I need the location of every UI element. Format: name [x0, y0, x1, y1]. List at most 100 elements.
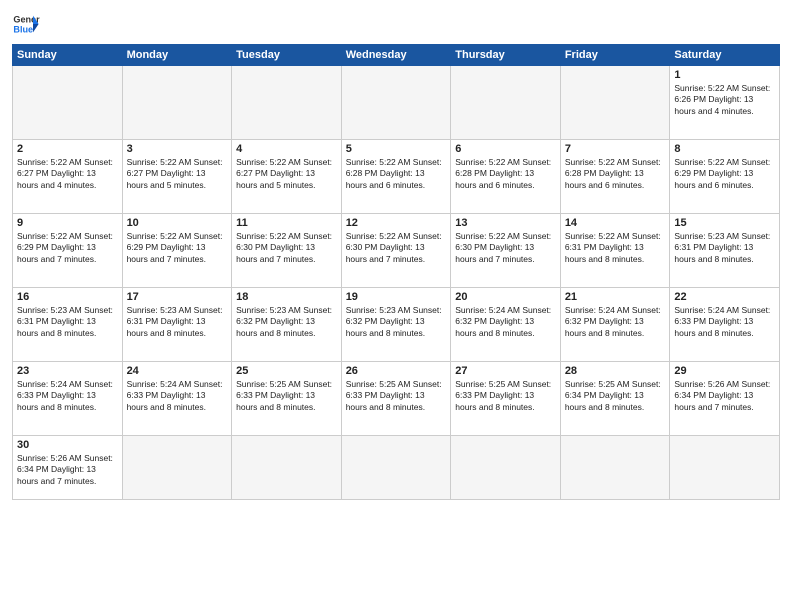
day-info: Sunrise: 5:25 AM Sunset: 6:33 PM Dayligh…	[455, 379, 556, 413]
header: General Blue	[12, 10, 780, 38]
day-info: Sunrise: 5:23 AM Sunset: 6:32 PM Dayligh…	[346, 305, 447, 339]
day-info: Sunrise: 5:25 AM Sunset: 6:33 PM Dayligh…	[346, 379, 447, 413]
calendar-day-cell	[122, 436, 232, 500]
day-info: Sunrise: 5:22 AM Sunset: 6:30 PM Dayligh…	[455, 231, 556, 265]
calendar-day-cell: 16 Sunrise: 5:23 AM Sunset: 6:31 PM Dayli…	[13, 288, 123, 362]
day-number: 3	[127, 143, 228, 155]
day-number: 27	[455, 365, 556, 377]
calendar-day-cell	[341, 66, 451, 140]
calendar-day-cell	[341, 436, 451, 500]
calendar-day-cell	[670, 436, 780, 500]
calendar-day-cell: 25 Sunrise: 5:25 AM Sunset: 6:33 PM Dayli…	[232, 362, 342, 436]
calendar-day-cell: 30Sunrise: 5:26 AM Sunset: 6:34 PM Dayli…	[13, 436, 123, 500]
calendar-day-header: Saturday	[670, 45, 780, 66]
calendar-day-cell: 15Sunrise: 5:23 AM Sunset: 6:31 PM Dayli…	[670, 214, 780, 288]
calendar-day-cell: 20Sunrise: 5:24 AM Sunset: 6:32 PM Dayli…	[451, 288, 561, 362]
day-number: 15	[674, 217, 775, 229]
calendar-day-cell: 1 Sunrise: 5:22 AM Sunset: 6:26 PM Daylig…	[670, 66, 780, 140]
calendar-day-header: Monday	[122, 45, 232, 66]
day-info: Sunrise: 5:22 AM Sunset: 6:30 PM Dayligh…	[236, 231, 337, 265]
day-info: Sunrise: 5:24 AM Sunset: 6:32 PM Dayligh…	[455, 305, 556, 339]
calendar-day-cell: 24Sunrise: 5:24 AM Sunset: 6:33 PM Dayli…	[122, 362, 232, 436]
calendar-week-row: 16 Sunrise: 5:23 AM Sunset: 6:31 PM Dayli…	[13, 288, 780, 362]
calendar-day-cell: 17Sunrise: 5:23 AM Sunset: 6:31 PM Dayli…	[122, 288, 232, 362]
calendar-day-cell: 28 Sunrise: 5:25 AM Sunset: 6:34 PM Dayli…	[560, 362, 670, 436]
calendar-day-header: Tuesday	[232, 45, 342, 66]
day-info: Sunrise: 5:26 AM Sunset: 6:34 PM Dayligh…	[17, 453, 118, 487]
calendar-day-header: Wednesday	[341, 45, 451, 66]
logo-icon: General Blue	[12, 10, 40, 38]
day-number: 28	[565, 365, 666, 377]
calendar-day-header: Friday	[560, 45, 670, 66]
calendar-day-cell	[122, 66, 232, 140]
calendar-day-cell	[232, 436, 342, 500]
day-number: 18	[236, 291, 337, 303]
calendar-day-cell	[451, 66, 561, 140]
calendar-day-cell: 23Sunrise: 5:24 AM Sunset: 6:33 PM Dayli…	[13, 362, 123, 436]
day-number: 4	[236, 143, 337, 155]
day-number: 21	[565, 291, 666, 303]
calendar-day-cell: 2Sunrise: 5:22 AM Sunset: 6:27 PM Daylig…	[13, 140, 123, 214]
calendar-day-cell: 13 Sunrise: 5:22 AM Sunset: 6:30 PM Dayli…	[451, 214, 561, 288]
day-info: Sunrise: 5:24 AM Sunset: 6:32 PM Dayligh…	[565, 305, 666, 339]
logo: General Blue	[12, 10, 40, 38]
day-info: Sunrise: 5:24 AM Sunset: 6:33 PM Dayligh…	[674, 305, 775, 339]
calendar-day-cell	[451, 436, 561, 500]
day-number: 25	[236, 365, 337, 377]
day-number: 6	[455, 143, 556, 155]
page: General Blue SundayMondayTuesdayWednesda…	[0, 0, 792, 612]
day-number: 22	[674, 291, 775, 303]
day-info: Sunrise: 5:22 AM Sunset: 6:31 PM Dayligh…	[565, 231, 666, 265]
day-number: 11	[236, 217, 337, 229]
calendar-day-cell: 27 Sunrise: 5:25 AM Sunset: 6:33 PM Dayli…	[451, 362, 561, 436]
day-info: Sunrise: 5:24 AM Sunset: 6:33 PM Dayligh…	[17, 379, 118, 413]
day-info: Sunrise: 5:25 AM Sunset: 6:33 PM Dayligh…	[236, 379, 337, 413]
day-number: 16	[17, 291, 118, 303]
day-number: 10	[127, 217, 228, 229]
day-info: Sunrise: 5:22 AM Sunset: 6:29 PM Dayligh…	[674, 157, 775, 191]
calendar-day-cell: 6Sunrise: 5:22 AM Sunset: 6:28 PM Daylig…	[451, 140, 561, 214]
calendar-day-cell	[560, 436, 670, 500]
calendar-day-cell: 5Sunrise: 5:22 AM Sunset: 6:28 PM Daylig…	[341, 140, 451, 214]
calendar-header-row: SundayMondayTuesdayWednesdayThursdayFrid…	[13, 45, 780, 66]
calendar-week-row: 1 Sunrise: 5:22 AM Sunset: 6:26 PM Daylig…	[13, 66, 780, 140]
calendar-week-row: 2 Sunrise: 5:22 AM Sunset: 6:27 PM Daylig…	[13, 140, 780, 214]
day-number: 24	[127, 365, 228, 377]
day-info: Sunrise: 5:22 AM Sunset: 6:30 PM Dayligh…	[346, 231, 447, 265]
day-number: 5	[346, 143, 447, 155]
day-number: 13	[455, 217, 556, 229]
calendar-day-header: Thursday	[451, 45, 561, 66]
day-info: Sunrise: 5:22 AM Sunset: 6:29 PM Dayligh…	[17, 231, 118, 265]
day-number: 9	[17, 217, 118, 229]
day-info: Sunrise: 5:22 AM Sunset: 6:26 PM Dayligh…	[674, 83, 775, 117]
day-info: Sunrise: 5:22 AM Sunset: 6:29 PM Dayligh…	[127, 231, 228, 265]
calendar-day-cell: 22 Sunrise: 5:24 AM Sunset: 6:33 PM Dayli…	[670, 288, 780, 362]
calendar-day-cell: 21 Sunrise: 5:24 AM Sunset: 6:32 PM Dayli…	[560, 288, 670, 362]
svg-text:Blue: Blue	[13, 24, 33, 34]
day-info: Sunrise: 5:22 AM Sunset: 6:27 PM Dayligh…	[127, 157, 228, 191]
calendar-week-row: 9 Sunrise: 5:22 AM Sunset: 6:29 PM Daylig…	[13, 214, 780, 288]
calendar-day-cell	[13, 66, 123, 140]
day-number: 14	[565, 217, 666, 229]
calendar-day-cell: 29Sunrise: 5:26 AM Sunset: 6:34 PM Dayli…	[670, 362, 780, 436]
calendar-day-cell: 12 Sunrise: 5:22 AM Sunset: 6:30 PM Dayli…	[341, 214, 451, 288]
day-info: Sunrise: 5:22 AM Sunset: 6:27 PM Dayligh…	[236, 157, 337, 191]
calendar-day-cell: 10 Sunrise: 5:22 AM Sunset: 6:29 PM Dayli…	[122, 214, 232, 288]
day-number: 26	[346, 365, 447, 377]
day-info: Sunrise: 5:26 AM Sunset: 6:34 PM Dayligh…	[674, 379, 775, 413]
calendar-day-cell: 14 Sunrise: 5:22 AM Sunset: 6:31 PM Dayli…	[560, 214, 670, 288]
calendar-week-row: 30Sunrise: 5:26 AM Sunset: 6:34 PM Dayli…	[13, 436, 780, 500]
calendar-day-header: Sunday	[13, 45, 123, 66]
day-info: Sunrise: 5:25 AM Sunset: 6:34 PM Dayligh…	[565, 379, 666, 413]
calendar-day-cell: 18Sunrise: 5:23 AM Sunset: 6:32 PM Dayli…	[232, 288, 342, 362]
calendar-day-cell: 11 Sunrise: 5:22 AM Sunset: 6:30 PM Dayli…	[232, 214, 342, 288]
calendar-day-cell	[232, 66, 342, 140]
day-number: 2	[17, 143, 118, 155]
day-number: 12	[346, 217, 447, 229]
day-number: 1	[674, 69, 775, 81]
calendar-day-cell: 7Sunrise: 5:22 AM Sunset: 6:28 PM Daylig…	[560, 140, 670, 214]
calendar-day-cell: 3 Sunrise: 5:22 AM Sunset: 6:27 PM Daylig…	[122, 140, 232, 214]
calendar-day-cell: 26 Sunrise: 5:25 AM Sunset: 6:33 PM Dayli…	[341, 362, 451, 436]
calendar-day-cell: 19Sunrise: 5:23 AM Sunset: 6:32 PM Dayli…	[341, 288, 451, 362]
day-info: Sunrise: 5:23 AM Sunset: 6:31 PM Dayligh…	[17, 305, 118, 339]
